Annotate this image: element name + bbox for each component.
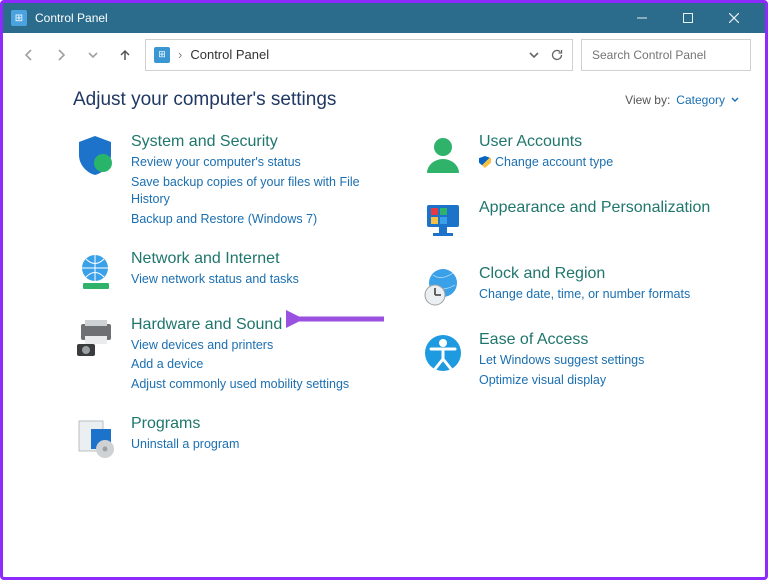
category-link[interactable]: View network status and tasks <box>131 271 299 288</box>
window-title: Control Panel <box>35 11 108 25</box>
minimize-icon <box>637 13 647 23</box>
category-link[interactable]: Let Windows suggest settings <box>479 352 644 369</box>
category-ease-of-access: Ease of Access Let Windows suggest setti… <box>421 331 739 389</box>
view-by-value: Category <box>676 93 725 107</box>
category-title[interactable]: Programs <box>131 415 239 433</box>
category-title[interactable]: System and Security <box>131 133 391 151</box>
category-user-accounts: User Accounts Change account type <box>421 133 739 177</box>
titlebar: ⊞ Control Panel <box>3 3 765 33</box>
maximize-button[interactable] <box>665 3 711 33</box>
globe-clock-icon <box>421 265 465 309</box>
category-title[interactable]: Clock and Region <box>479 265 690 283</box>
category-title[interactable]: User Accounts <box>479 133 613 151</box>
arrow-up-icon <box>117 47 133 63</box>
recent-locations-button[interactable] <box>81 43 105 67</box>
category-link[interactable]: Change date, time, or number formats <box>479 286 690 303</box>
category-network-and-internet: Network and Internet View network status… <box>73 250 391 294</box>
category-link[interactable]: Adjust commonly used mobility settings <box>131 376 349 393</box>
globe-network-icon <box>73 250 117 294</box>
category-title[interactable]: Network and Internet <box>131 250 299 268</box>
view-by-selector[interactable]: View by: Category <box>625 93 739 107</box>
category-link[interactable]: Change account type <box>479 154 613 171</box>
category-appearance-and-personalization: Appearance and Personalization <box>421 199 739 243</box>
shield-icon <box>73 133 117 177</box>
category-link[interactable]: Uninstall a program <box>131 436 239 453</box>
category-link[interactable]: Save backup copies of your files with Fi… <box>131 174 391 208</box>
printer-camera-icon <box>73 316 117 360</box>
left-column: System and Security Review your computer… <box>73 133 391 459</box>
chevron-down-icon[interactable] <box>528 49 540 61</box>
arrow-left-icon <box>21 47 37 63</box>
page-title: Adjust your computer's settings <box>73 89 336 111</box>
breadcrumb-separator: › <box>178 47 182 62</box>
category-link[interactable]: Review your computer's status <box>131 154 391 171</box>
user-accounts-icon <box>421 133 465 177</box>
arrow-right-icon <box>53 47 69 63</box>
category-link[interactable]: View devices and printers <box>131 337 349 354</box>
control-panel-icon: ⊞ <box>154 47 170 63</box>
search-input[interactable] <box>590 47 749 63</box>
category-hardware-and-sound: Hardware and Sound View devices and prin… <box>73 316 391 394</box>
toolbar: ⊞ › Control Panel <box>3 33 765 77</box>
minimize-button[interactable] <box>619 3 665 33</box>
category-title[interactable]: Hardware and Sound <box>131 316 349 334</box>
category-link[interactable]: Backup and Restore (Windows 7) <box>131 211 391 228</box>
app-icon: ⊞ <box>11 10 27 26</box>
chevron-down-icon <box>87 49 99 61</box>
right-column: User Accounts Change account type Appear… <box>421 133 739 459</box>
category-link[interactable]: Optimize visual display <box>479 372 644 389</box>
nav-up-button[interactable] <box>113 43 137 67</box>
breadcrumb[interactable]: Control Panel <box>190 47 269 62</box>
maximize-icon <box>683 13 693 23</box>
close-icon <box>729 13 739 23</box>
search-box[interactable] <box>581 39 751 71</box>
category-clock-and-region: Clock and Region Change date, time, or n… <box>421 265 739 309</box>
nav-forward-button[interactable] <box>49 43 73 67</box>
address-bar[interactable]: ⊞ › Control Panel <box>145 39 573 71</box>
chevron-down-icon <box>731 96 739 104</box>
category-link[interactable]: Add a device <box>131 356 349 373</box>
accessibility-icon <box>421 331 465 375</box>
close-button[interactable] <box>711 3 757 33</box>
programs-icon <box>73 415 117 459</box>
category-title[interactable]: Appearance and Personalization <box>479 199 710 217</box>
category-system-and-security: System and Security Review your computer… <box>73 133 391 228</box>
refresh-icon[interactable] <box>550 48 564 62</box>
nav-back-button[interactable] <box>17 43 41 67</box>
monitor-colors-icon <box>421 199 465 243</box>
category-title[interactable]: Ease of Access <box>479 331 644 349</box>
content: Adjust your computer's settings View by:… <box>3 77 765 459</box>
category-programs: Programs Uninstall a program <box>73 415 391 459</box>
view-by-label: View by: <box>625 93 670 107</box>
